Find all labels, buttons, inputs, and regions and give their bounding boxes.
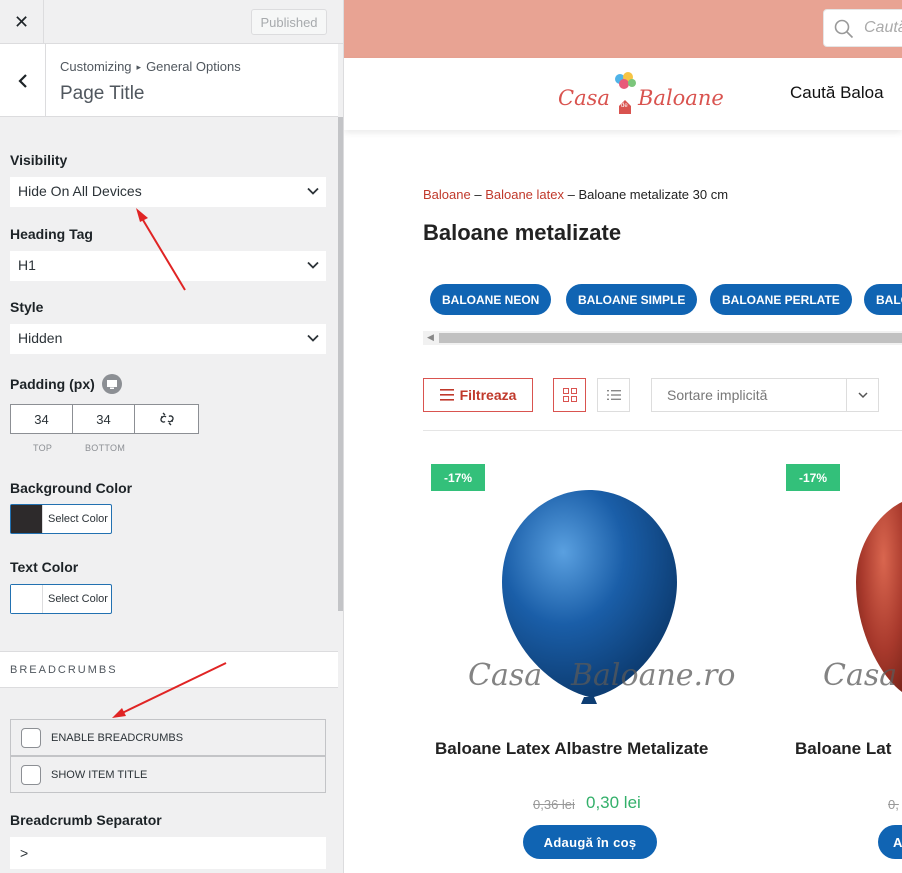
site-preview: Caută Casa de Baloane Caută Baloa Baloan… [344, 0, 902, 873]
add-to-cart-button[interactable]: A [878, 825, 902, 859]
old-price: 0, [888, 797, 899, 812]
search-icon [834, 19, 854, 39]
breadcrumb-link[interactable]: Baloane latex [485, 187, 564, 202]
category-scrollbar[interactable]: ◀ [423, 331, 902, 345]
grid-icon [562, 388, 577, 402]
customizer-panel: ✕ Published Customizing ▸ General Options … [0, 0, 344, 873]
filter-button[interactable]: Filtreaza [423, 378, 533, 412]
sort-select[interactable]: Sortare implicită [651, 378, 879, 412]
top-bar: Caută [344, 0, 902, 58]
site-logo[interactable]: Casa de Baloane [558, 72, 724, 118]
annotation-arrows [112, 208, 227, 718]
old-price: 0,36 lei [533, 797, 575, 812]
divider [423, 430, 902, 431]
page-breadcrumbs: Baloane – Baloane latex – Baloane metali… [423, 187, 728, 202]
nav-item-search-balloons[interactable]: Caută Baloa [790, 83, 884, 103]
filter-label: Filtreaza [459, 387, 517, 403]
logo-text-baloane: Baloane [638, 86, 724, 110]
page-title: Baloane metalizate [423, 220, 622, 245]
category-pill-neon[interactable]: BALOANE NEON [430, 284, 552, 315]
scrollbar-thumb[interactable] [439, 333, 902, 343]
list-icon [606, 390, 621, 400]
list-view-button[interactable] [597, 378, 630, 412]
category-pill-simple[interactable]: BALOANE SIMPLE [566, 284, 698, 315]
product-title[interactable]: Baloane Lat [795, 739, 891, 759]
breadcrumb-current: Baloane metalizate 30 cm [578, 187, 729, 202]
scroll-left-icon[interactable]: ◀ [427, 332, 434, 343]
sort-value: Sortare implicită [667, 387, 768, 403]
search-input[interactable]: Caută [823, 9, 902, 47]
menu-icon [439, 389, 454, 401]
breadcrumb-separator: – [567, 187, 575, 202]
watermark-casa: Casa [823, 658, 898, 693]
breadcrumb-link[interactable]: Baloane [423, 187, 471, 202]
chevron-down-icon [846, 379, 878, 411]
search-placeholder: Caută [864, 19, 902, 36]
logo-text-de: de [621, 103, 628, 109]
category-pill-partial[interactable]: BALO [864, 284, 902, 315]
discount-badge: -17% [431, 464, 485, 491]
add-to-cart-button[interactable]: Adaugă în coș [523, 825, 657, 859]
logo-text-casa: Casa [558, 86, 610, 110]
breadcrumb-separator: – [474, 187, 482, 202]
category-pill-perlate[interactable]: BALOANE PERLATE [710, 284, 852, 315]
sale-price: 0,30 lei [586, 793, 641, 812]
watermark-baloane: Baloane.ro [571, 658, 736, 693]
site-header: Casa de Baloane Caută Baloa [344, 58, 902, 130]
discount-badge: -17% [786, 464, 840, 491]
watermark-casa: Casa [468, 658, 543, 693]
product-title[interactable]: Baloane Latex Albastre Metalizate [435, 739, 708, 759]
grid-view-button[interactable] [553, 378, 586, 412]
